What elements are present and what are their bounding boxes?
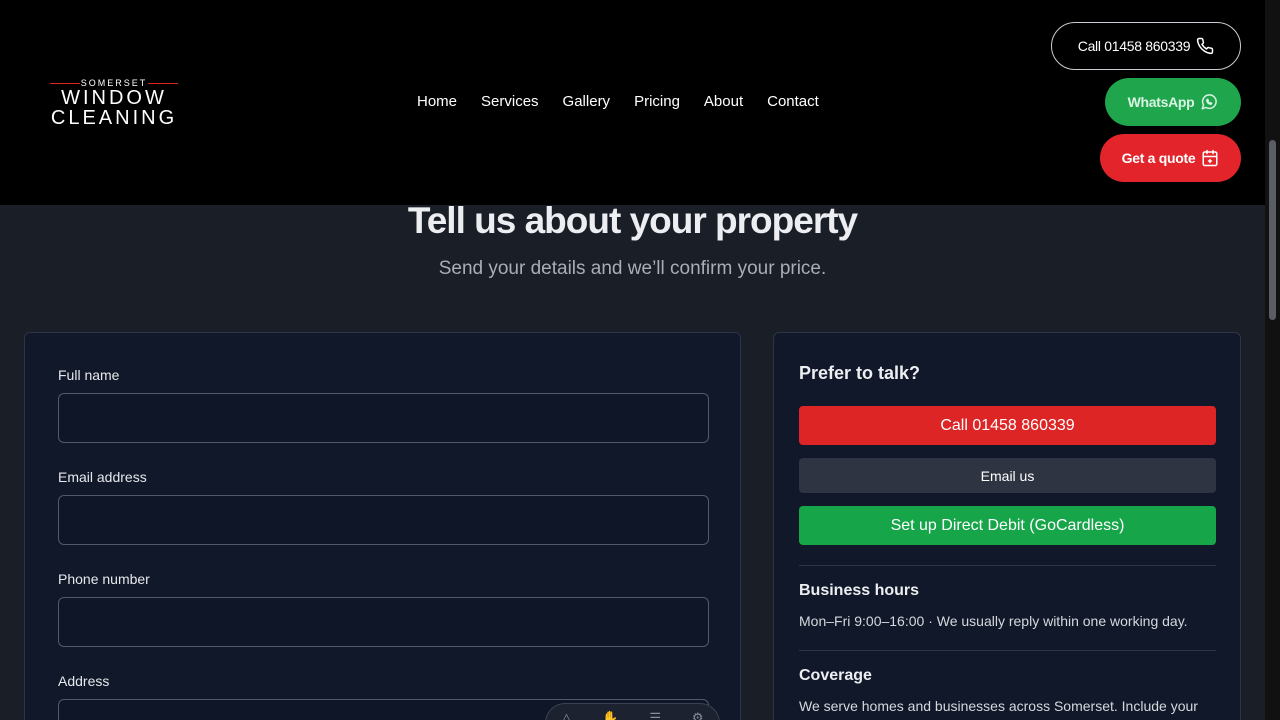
header-whatsapp-label: WhatsApp	[1127, 94, 1195, 110]
email-label: Email address	[58, 469, 147, 485]
header-quote-button[interactable]: Get a quote	[1100, 134, 1241, 182]
address-label: Address	[58, 673, 110, 689]
page-title: Tell us about your property	[407, 200, 858, 241]
site-header: SOMERSET WINDOW CLEANING Home Services G…	[0, 0, 1265, 205]
header-call-button[interactable]: Call 01458 860339	[1051, 22, 1241, 70]
header-call-label: Call 01458 860339	[1077, 38, 1191, 54]
card-call-button[interactable]: Call 01458 860339	[799, 406, 1216, 445]
whatsapp-icon	[1201, 94, 1218, 110]
nav-gallery[interactable]: Gallery	[563, 93, 611, 111]
phone-label: Phone number	[58, 571, 150, 587]
phone-input[interactable]	[58, 597, 709, 647]
header-quote-label: Get a quote	[1121, 150, 1196, 166]
floating-toolbar[interactable]: △ ✋ ☰ ⚙	[545, 703, 720, 720]
nav-pricing[interactable]: Pricing	[634, 93, 680, 111]
main-nav: Home Services Gallery Pricing About Cont…	[417, 93, 819, 111]
coverage-text: We serve homes and businesses across Som…	[799, 698, 1198, 714]
direct-debit-button[interactable]: Set up Direct Debit (GoCardless)	[799, 506, 1216, 545]
menu-icon[interactable]: ☰	[649, 710, 661, 720]
full-name-label: Full name	[58, 367, 120, 383]
email-input[interactable]	[58, 495, 709, 545]
contact-card: Prefer to talk? Call 01458 860339 Email …	[773, 332, 1241, 720]
quote-form: Full name Email address Phone number Add…	[24, 332, 741, 720]
gear-icon[interactable]: ⚙	[692, 710, 704, 720]
page-scrollbar[interactable]	[1265, 0, 1280, 720]
calendar-icon	[1202, 149, 1218, 167]
logo-top-text: SOMERSET	[50, 78, 178, 88]
nav-services[interactable]: Services	[481, 93, 539, 111]
phone-icon	[1197, 37, 1214, 55]
hand-icon[interactable]: ✋	[602, 710, 618, 720]
header-whatsapp-button[interactable]: WhatsApp	[1105, 78, 1241, 126]
coverage-title: Coverage	[799, 667, 872, 684]
email-us-button[interactable]: Email us	[799, 458, 1216, 493]
page-subtitle: Send your details and we’ll confirm your…	[438, 258, 827, 279]
logo-line-2: CLEANING	[50, 107, 178, 129]
scrollbar-thumb[interactable]	[1269, 140, 1276, 320]
nav-home[interactable]: Home	[417, 93, 457, 111]
divider	[799, 565, 1216, 566]
business-hours-text: Mon–Fri 9:00–16:00 · We usually reply wi…	[799, 613, 1188, 629]
site-logo[interactable]: SOMERSET WINDOW CLEANING	[50, 78, 178, 129]
accessibility-icon[interactable]: △	[561, 710, 571, 720]
logo-line-1: WINDOW	[61, 87, 167, 109]
contact-card-title: Prefer to talk?	[799, 363, 921, 383]
business-hours-title: Business hours	[799, 582, 920, 599]
nav-contact[interactable]: Contact	[767, 93, 819, 111]
full-name-input[interactable]	[58, 393, 709, 443]
nav-about[interactable]: About	[704, 93, 743, 111]
divider	[799, 650, 1216, 651]
